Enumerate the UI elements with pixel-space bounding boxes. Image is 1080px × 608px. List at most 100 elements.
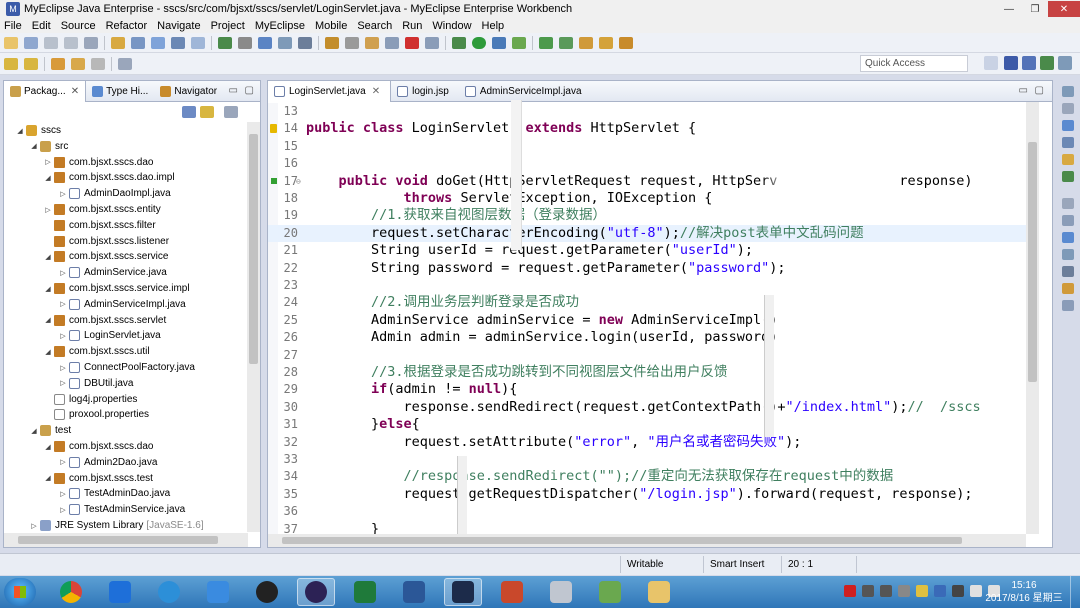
tab-type-hierarchy[interactable]: Type Hi...	[86, 81, 154, 102]
menu-search[interactable]: Search	[357, 20, 392, 32]
app-taskbar-button[interactable]	[591, 578, 629, 606]
gear-icon[interactable]	[1062, 171, 1074, 182]
code-line[interactable]: 24 //2.调用业务层判断登录是否成功	[268, 294, 1026, 311]
console-icon[interactable]	[385, 36, 399, 49]
database-perspective-icon[interactable]	[1058, 56, 1072, 70]
camera-icon[interactable]	[298, 36, 312, 49]
build-icon[interactable]	[218, 36, 232, 49]
expand-right-icon[interactable]: ▷	[59, 332, 67, 340]
expand-down-icon[interactable]: ◢	[44, 474, 52, 482]
qq-taskbar-button[interactable]	[248, 578, 286, 606]
code-line[interactable]: 23	[268, 277, 1026, 294]
scroll-thumb[interactable]	[1028, 142, 1037, 382]
code-line[interactable]: 19 //1.获取来自视图层数据（登录数据）	[268, 207, 1026, 224]
back-icon[interactable]	[51, 57, 65, 70]
open-icon[interactable]	[24, 36, 38, 49]
tree-item[interactable]: log4j.properties	[44, 392, 137, 407]
expand-right-icon[interactable]: ▷	[59, 490, 67, 498]
tree-item[interactable]: ◢ sscs	[16, 123, 61, 138]
globe-icon[interactable]	[258, 36, 272, 49]
maximize-view-icon[interactable]: ▢	[245, 85, 254, 96]
debug-perspective-icon[interactable]	[1040, 56, 1054, 70]
tree-item[interactable]: ◢ com.bjsxt.sscs.util	[44, 344, 150, 359]
tray-icon[interactable]	[880, 585, 892, 597]
expand-down-icon[interactable]: ◢	[44, 285, 52, 293]
external-tools-icon[interactable]	[512, 36, 526, 49]
tree-item[interactable]: ▷ TestAdminDao.java	[59, 486, 170, 501]
menu-project[interactable]: Project	[211, 20, 245, 32]
code-line[interactable]: 25 AdminService adminService = new Admin…	[268, 312, 1026, 329]
tree-item[interactable]: ▷ AdminServiceImpl.java	[59, 297, 186, 312]
close-icon[interactable]: ✕	[71, 86, 79, 97]
menu-edit[interactable]: Edit	[32, 20, 51, 32]
tab-loginservlet-java[interactable]: LoginServlet.java ✕	[268, 80, 392, 102]
fold-icon[interactable]: ⊖	[296, 173, 301, 190]
restore-view-icon[interactable]	[1062, 103, 1074, 114]
code-line[interactable]: 28 //3.根据登录是否成功跳转到不同视图层文件给出用户反馈	[268, 364, 1026, 381]
code-area[interactable]: 13 14 public class LoginServlet extends Ht…	[268, 103, 1026, 535]
properties-view-icon[interactable]	[1062, 137, 1074, 148]
deploy-icon[interactable]	[171, 36, 185, 49]
tree-item[interactable]: ▷ ConnectPoolFactory.java	[59, 360, 195, 375]
outline-view-icon[interactable]	[1062, 86, 1074, 97]
chrome-taskbar-button[interactable]	[52, 578, 90, 606]
app-taskbar-button[interactable]	[101, 578, 139, 606]
scroll-thumb[interactable]	[18, 536, 218, 544]
link-icon[interactable]	[345, 36, 359, 49]
tree-item[interactable]: ◢ com.bjsxt.sscs.test	[44, 471, 153, 486]
tray-icon[interactable]	[898, 585, 910, 597]
collapse-all-icon[interactable]	[182, 106, 196, 118]
minimize-editor-icon[interactable]: ▭	[1019, 85, 1028, 96]
tray-icon[interactable]	[916, 585, 928, 597]
expand-right-icon[interactable]: ▷	[30, 522, 38, 530]
expand-right-icon[interactable]: ▷	[44, 158, 52, 166]
tree-item[interactable]: ▷ AdminService.java	[59, 265, 167, 280]
menu-source[interactable]: Source	[61, 20, 96, 32]
expand-right-icon[interactable]: ▷	[59, 458, 67, 466]
link-with-editor-icon[interactable]	[200, 106, 214, 118]
network-icon[interactable]	[970, 585, 982, 597]
pin-editor-icon[interactable]	[118, 57, 132, 70]
tab-login-jsp[interactable]: login.jsp	[391, 81, 459, 102]
word-taskbar-button[interactable]	[395, 578, 433, 606]
restore-view-icon[interactable]	[1062, 198, 1074, 209]
code-line[interactable]: 21 String userId = request.getParameter(…	[268, 242, 1026, 259]
save-all-icon[interactable]	[64, 36, 78, 49]
forward-icon[interactable]	[91, 57, 105, 70]
menu-mobile[interactable]: Mobile	[315, 20, 347, 32]
menu-myeclipse[interactable]: MyEclipse	[255, 20, 305, 32]
tree-item[interactable]: com.bjsxt.sscs.filter	[44, 218, 156, 233]
explorer-taskbar-button[interactable]	[640, 578, 678, 606]
back-history-icon[interactable]	[71, 57, 85, 70]
code-line[interactable]: 31 }else{	[268, 416, 1026, 433]
ie-taskbar-button[interactable]	[150, 578, 188, 606]
editor-vertical-scrollbar[interactable]	[1026, 102, 1039, 534]
expand-right-icon[interactable]: ▷	[59, 506, 67, 514]
open-type-icon[interactable]	[579, 36, 593, 49]
code-line[interactable]: 15	[268, 138, 1026, 155]
tray-icon[interactable]	[934, 585, 946, 597]
previous-annotation-icon[interactable]	[24, 57, 38, 70]
wrench-icon[interactable]	[1062, 283, 1074, 294]
code-line[interactable]: 33	[268, 451, 1026, 468]
minimize-view-icon[interactable]: ▭	[229, 85, 238, 96]
quick-access-input[interactable]: Quick Access	[860, 55, 968, 72]
code-line[interactable]: 37 }	[268, 521, 1026, 535]
tab-package-explorer[interactable]: Packag... ✕	[4, 80, 87, 102]
myeclipse-perspective-icon[interactable]	[1004, 56, 1018, 70]
code-line[interactable]: 18 throws ServletException, IOException …	[268, 190, 1026, 207]
code-line[interactable]: 35 request.getRequestDispatcher("/login.…	[268, 486, 1026, 503]
history-view-icon[interactable]	[1062, 300, 1074, 311]
browser-icon[interactable]	[191, 36, 205, 49]
server-icon[interactable]	[151, 36, 165, 49]
app-taskbar-button[interactable]	[444, 578, 482, 606]
app-taskbar-button[interactable]	[542, 578, 580, 606]
debug-icon[interactable]	[452, 36, 466, 49]
minimize-button[interactable]: —	[996, 1, 1022, 17]
new-icon[interactable]	[4, 36, 18, 49]
scroll-thumb[interactable]	[282, 537, 962, 544]
code-line[interactable]: 16	[268, 155, 1026, 172]
folder-icon[interactable]	[619, 36, 633, 49]
explorer-vertical-scrollbar[interactable]	[247, 122, 260, 532]
maximize-editor-icon[interactable]: ▢	[1035, 85, 1044, 96]
